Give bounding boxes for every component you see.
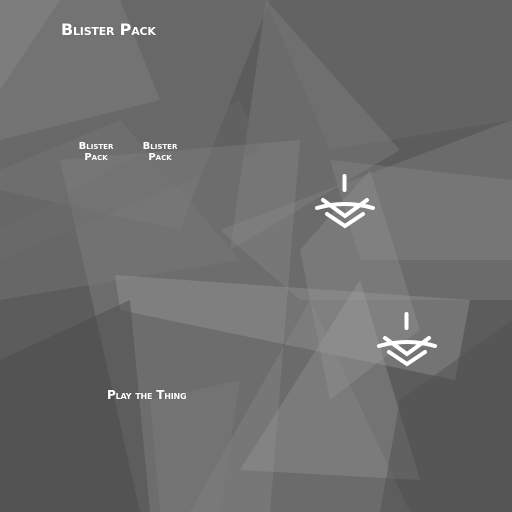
screen-title: Blister Pack [61, 20, 156, 39]
pack-label-line2: Pack [148, 152, 172, 163]
pack-label-line1: Blister [78, 141, 114, 152]
pack-label-line1: Blister [142, 141, 178, 152]
pack-label-line2: Pack [84, 152, 108, 163]
landing-marker-icon[interactable] [375, 308, 439, 372]
blister-pack-button-1[interactable]: Blister Pack [72, 141, 120, 163]
background-polygons [0, 0, 512, 512]
blister-pack-button-2[interactable]: Blister Pack [136, 141, 184, 163]
landing-marker-icon[interactable] [313, 170, 377, 234]
play-the-thing-button[interactable]: Play the Thing [107, 388, 187, 402]
